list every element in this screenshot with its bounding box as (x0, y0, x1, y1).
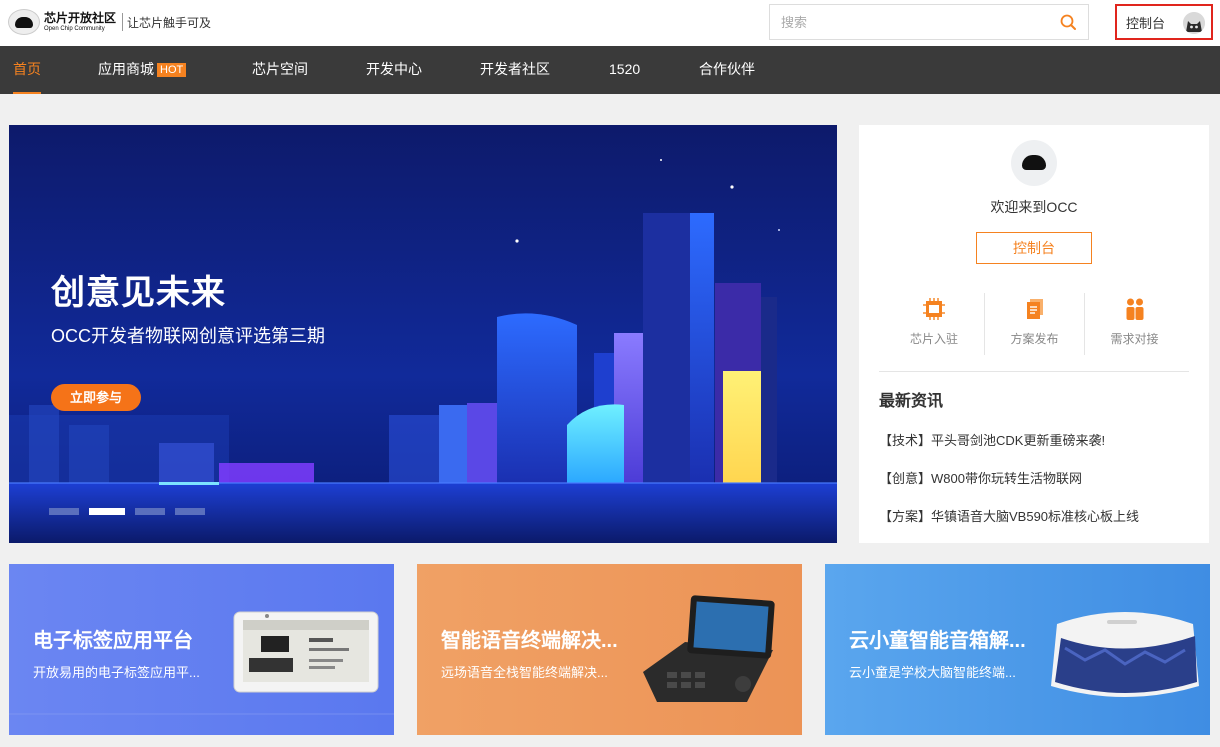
news-item[interactable]: 【技术】平头哥剑池CDK更新重磅来袭! (879, 430, 1105, 449)
banner-subtitle: OCC开发者物联网创意评选第三期 (51, 326, 325, 346)
card-smart-speaker[interactable]: 云小童智能音箱解... 云小童是学校大脑智能终端... (825, 564, 1210, 735)
search-input[interactable] (770, 5, 1040, 39)
quick-links: 芯片入驻 方案发布 需求对接 (884, 293, 1184, 355)
card-voice-terminal[interactable]: 智能语音终端解决... 远场语音全栈智能终端解决... (417, 564, 802, 735)
people-icon (1126, 298, 1143, 320)
carousel-dot[interactable] (175, 508, 205, 515)
nav-item-home[interactable]: 首页 (13, 46, 41, 94)
nav-item-chip-space[interactable]: 芯片空间 (252, 46, 308, 94)
carousel-dots (49, 508, 215, 515)
quick-link-solution-publish[interactable]: 方案发布 (984, 293, 1084, 355)
site-logo[interactable]: 芯片开放社区 Open Chip Community 让芯片触手可及 (8, 9, 211, 35)
news-item[interactable]: 【创意】W800带你玩转生活物联网 (879, 468, 1082, 487)
nav-item-app-store[interactable]: 应用商城 HOT (98, 46, 187, 94)
logo-icon (8, 9, 40, 35)
welcome-text: 欢迎来到OCC (990, 199, 1078, 215)
news-heading: 最新资讯 (879, 393, 944, 410)
carousel-dot[interactable] (49, 508, 79, 515)
carousel-dot-active[interactable] (89, 508, 125, 515)
divider (879, 371, 1189, 372)
nav-item-dev-center[interactable]: 开发中心 (366, 46, 422, 94)
join-now-button[interactable]: 立即参与 (51, 384, 141, 411)
card-title: 电子标签应用平台 (33, 630, 193, 652)
card-description: 云小童是学校大脑智能终端... (849, 665, 1016, 680)
logo-english-name: Open Chip Community (44, 26, 105, 32)
search-box (769, 4, 1089, 40)
top-bar: 芯片开放社区 Open Chip Community 让芯片触手可及 控制台 (0, 0, 1220, 46)
nav-item-partners[interactable]: 合作伙伴 (699, 46, 755, 94)
logo-slogan: 让芯片触手可及 (127, 15, 212, 30)
logo-name: 芯片开放社区 (44, 11, 117, 25)
occ-logo-avatar (1011, 140, 1057, 186)
search-icon[interactable] (1060, 14, 1076, 30)
nav-item-1520[interactable]: 1520 (609, 46, 640, 94)
carousel-dot[interactable] (135, 508, 165, 515)
console-label: 控制台 (1126, 15, 1166, 31)
hero-banner[interactable]: 创意见未来 OCC开发者物联网创意评选第三期 立即参与 (9, 125, 837, 543)
card-description: 开放易用的电子标签应用平... (33, 665, 200, 680)
news-item[interactable]: 【方案】华镇语音大脑VB590标准核心板上线 (879, 506, 1139, 525)
welcome-panel: 欢迎来到OCC 控制台 芯片入驻 方案发布 需求对接 最新资讯 【技术】平头哥剑… (859, 125, 1209, 543)
document-icon (1026, 299, 1043, 319)
logo-divider (122, 13, 124, 31)
console-link[interactable]: 控制台 (1115, 4, 1213, 40)
quick-link-demand-matching[interactable]: 需求对接 (1084, 293, 1184, 355)
avatar[interactable] (1183, 12, 1205, 34)
hot-badge: HOT (157, 63, 187, 77)
card-title: 智能语音终端解决... (441, 630, 618, 652)
card-title: 云小童智能音箱解... (849, 630, 1026, 652)
card-description: 远场语音全栈智能终端解决... (441, 665, 608, 680)
console-button[interactable]: 控制台 (976, 232, 1092, 264)
card-electronic-label[interactable]: 电子标签应用平台 开放易用的电子标签应用平... (9, 564, 394, 735)
cat-avatar-icon (1183, 12, 1205, 34)
chip-icon (923, 298, 945, 320)
nav-item-dev-community[interactable]: 开发者社区 (480, 46, 550, 94)
main-nav: 首页 应用商城 HOT 芯片空间 开发中心 开发者社区 1520 合作伙伴 (0, 46, 1220, 94)
quick-link-chip-onboarding[interactable]: 芯片入驻 (884, 293, 984, 355)
banner-title: 创意见未来 (51, 274, 226, 312)
